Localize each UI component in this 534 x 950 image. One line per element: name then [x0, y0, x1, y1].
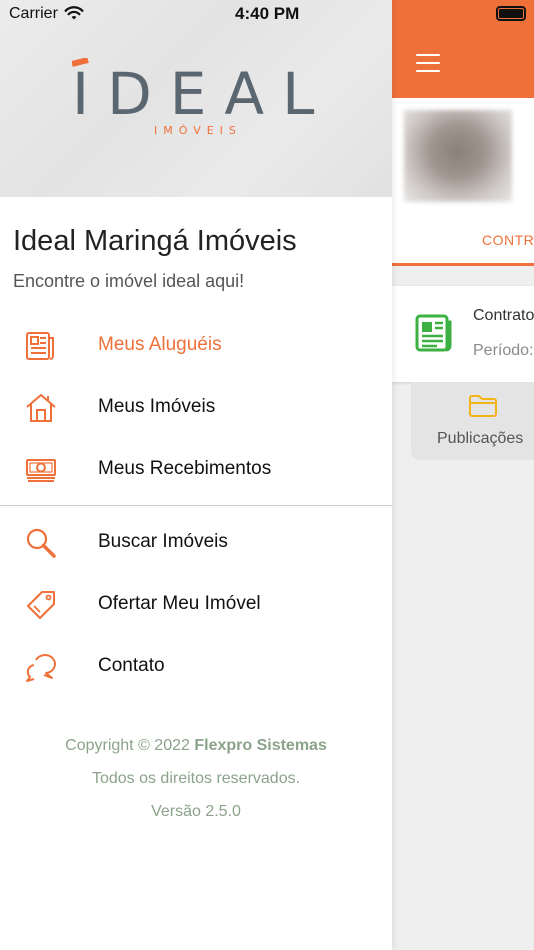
- hamburger-menu-icon[interactable]: [416, 54, 440, 72]
- menu-label: Meus Aluguéis: [98, 334, 222, 355]
- company-logo: IDEAL IMÓVEIS: [71, 57, 322, 143]
- copyright-line: Copyright © 2022 Flexpro Sistemas: [0, 737, 392, 755]
- logo-wordmark: IDEAL: [72, 60, 322, 128]
- company-name: Ideal Maringá Imóveis: [13, 225, 297, 257]
- menu-item-meus-alugueis[interactable]: Meus Aluguéis: [0, 318, 392, 374]
- menu-item-contato[interactable]: Contato: [0, 639, 392, 695]
- contract-title: Contrato: [473, 307, 534, 324]
- menu-item-buscar-imoveis[interactable]: Buscar Imóveis: [0, 515, 392, 571]
- menu-item-ofertar-imovel[interactable]: Ofertar Meu Imóvel: [0, 577, 392, 633]
- house-icon: [24, 392, 58, 424]
- menu-label: Meus Recebimentos: [98, 458, 272, 479]
- navigation-drawer: IDEAL IMÓVEIS Ideal Maringá Imóveis Enco…: [0, 0, 392, 950]
- chat-bubbles-icon: [24, 651, 58, 683]
- newspaper-icon: [24, 330, 58, 362]
- avatar: [404, 110, 512, 202]
- menu-label: Buscar Imóveis: [98, 531, 228, 552]
- publications-button[interactable]: Publicações: [411, 382, 534, 460]
- menu-item-meus-imoveis[interactable]: Meus Imóveis: [0, 380, 392, 436]
- menu-label: Contato: [98, 655, 165, 676]
- copyright-prefix: Copyright © 2022: [65, 737, 190, 754]
- money-icon: [24, 454, 58, 486]
- copyright-company-link[interactable]: Flexpro Sistemas: [194, 737, 327, 754]
- rights-line: Todos os direitos reservados.: [91, 770, 301, 787]
- battery-icon: [496, 6, 526, 21]
- folder-icon: [468, 394, 498, 423]
- profile-card: CONTR: [392, 98, 534, 266]
- wifi-icon: [64, 5, 84, 26]
- publications-label: Publicações: [437, 430, 524, 447]
- contract-document-icon: [415, 314, 453, 357]
- menu-divider: [0, 505, 392, 506]
- clock: 4:40 PM: [235, 4, 300, 23]
- contract-card[interactable]: Contrato Período:: [392, 286, 534, 382]
- contract-period: Período:: [473, 342, 534, 359]
- menu-label: Meus Imóveis: [98, 396, 216, 417]
- menu-label: Ofertar Meu Imóvel: [98, 593, 261, 614]
- status-bar: Carrier 4:40 PM: [0, 0, 534, 30]
- main-screen: CONTR Contrato Período: Publicações: [392, 0, 534, 950]
- menu-item-meus-recebimentos[interactable]: Meus Recebimentos: [0, 442, 392, 498]
- search-icon: [24, 527, 58, 559]
- logo-subtext: IMÓVEIS: [154, 124, 242, 137]
- version-label: Versão 2.5.0: [151, 803, 241, 820]
- carrier-label: Carrier: [9, 5, 58, 22]
- tag-icon: [24, 589, 58, 621]
- tagline: Encontre o imóvel ideal aqui!: [13, 271, 245, 291]
- tab-contracts[interactable]: CONTR: [482, 232, 534, 248]
